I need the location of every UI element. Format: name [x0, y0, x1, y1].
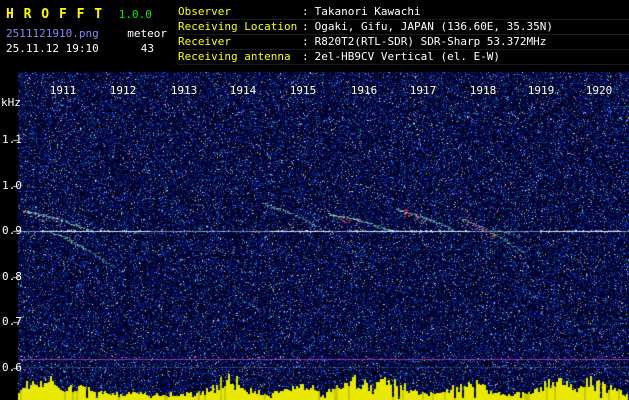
echo-count: 43 [140, 42, 154, 55]
info-label: Observer [178, 5, 231, 18]
x-tick-1911: 1911 [49, 84, 77, 97]
y-tick-0-7: 0.7 [2, 315, 22, 328]
mode-label: meteor [127, 27, 167, 40]
app-title: H R O F F T [6, 7, 104, 22]
info-label: Receiving antenna [178, 50, 291, 63]
observer-info: Observer: Takanori Kawachi Receiving Loca… [172, 0, 629, 72]
y-tick-0-6: 0.6 [2, 361, 22, 374]
info-separator: : [302, 20, 309, 33]
x-tick-1918: 1918 [469, 84, 497, 97]
datetime-label: 25.11.12 19:10 [6, 42, 99, 55]
info-value: 2el-HB9CV Vertical (el. E-W) [314, 50, 501, 63]
x-tick-1913: 1913 [170, 84, 198, 97]
info-label: Receiver [178, 35, 231, 48]
info-row-antenna: Receiving antenna:2el-HB9CV Vertical (el… [178, 50, 629, 65]
info-value: Ogaki, Gifu, JAPAN (136.60E, 35.35N) [314, 20, 554, 33]
spectrogram-canvas [0, 72, 629, 400]
y-tick-1-1: 1.1 [2, 133, 22, 146]
x-tick-1912: 1912 [109, 84, 137, 97]
info-row-receiver: Receiver: R820T2(RTL-SDR) SDR-Sharp 53.37… [178, 35, 629, 50]
spectrogram-panel: 1911 1912 1913 1914 1915 1916 1917 1918 … [0, 72, 629, 400]
file-row: 2511121910.png meteor [6, 27, 172, 40]
info-separator: : [302, 5, 309, 18]
title-row: H R O F F T 1.0.0 [6, 3, 172, 22]
info-value: R820T2(RTL-SDR) SDR-Sharp 53.372MHz [314, 35, 547, 48]
info-value: Takanori Kawachi [314, 5, 421, 18]
info-separator: : [302, 50, 309, 63]
header: H R O F F T 1.0.0 2511121910.png meteor … [0, 0, 629, 72]
info-label: Receiving Location [178, 20, 298, 33]
datetime-row: 25.11.12 19:10 43 [6, 42, 172, 55]
info-row-location: Receiving Location: Ogaki, Gifu, JAPAN (1… [178, 20, 629, 35]
header-left: H R O F F T 1.0.0 2511121910.png meteor … [0, 0, 172, 72]
y-axis-unit: kHz [1, 96, 21, 109]
x-tick-1914: 1914 [229, 84, 257, 97]
y-tick-1-0: 1.0 [2, 179, 22, 192]
x-tick-1916: 1916 [350, 84, 378, 97]
x-tick-1917: 1917 [409, 84, 437, 97]
output-filename: 2511121910.png [6, 27, 99, 40]
info-separator: : [302, 35, 309, 48]
app-version: 1.0.0 [118, 8, 152, 21]
info-row-observer: Observer: Takanori Kawachi [178, 5, 629, 20]
y-tick-0-9: 0.9 [2, 224, 22, 237]
x-tick-1915: 1915 [289, 84, 317, 97]
hrofft-window: H R O F F T 1.0.0 2511121910.png meteor … [0, 0, 629, 400]
x-tick-1920: 1920 [585, 84, 613, 97]
x-tick-1919: 1919 [527, 84, 555, 97]
y-tick-0-8: 0.8 [2, 270, 22, 283]
